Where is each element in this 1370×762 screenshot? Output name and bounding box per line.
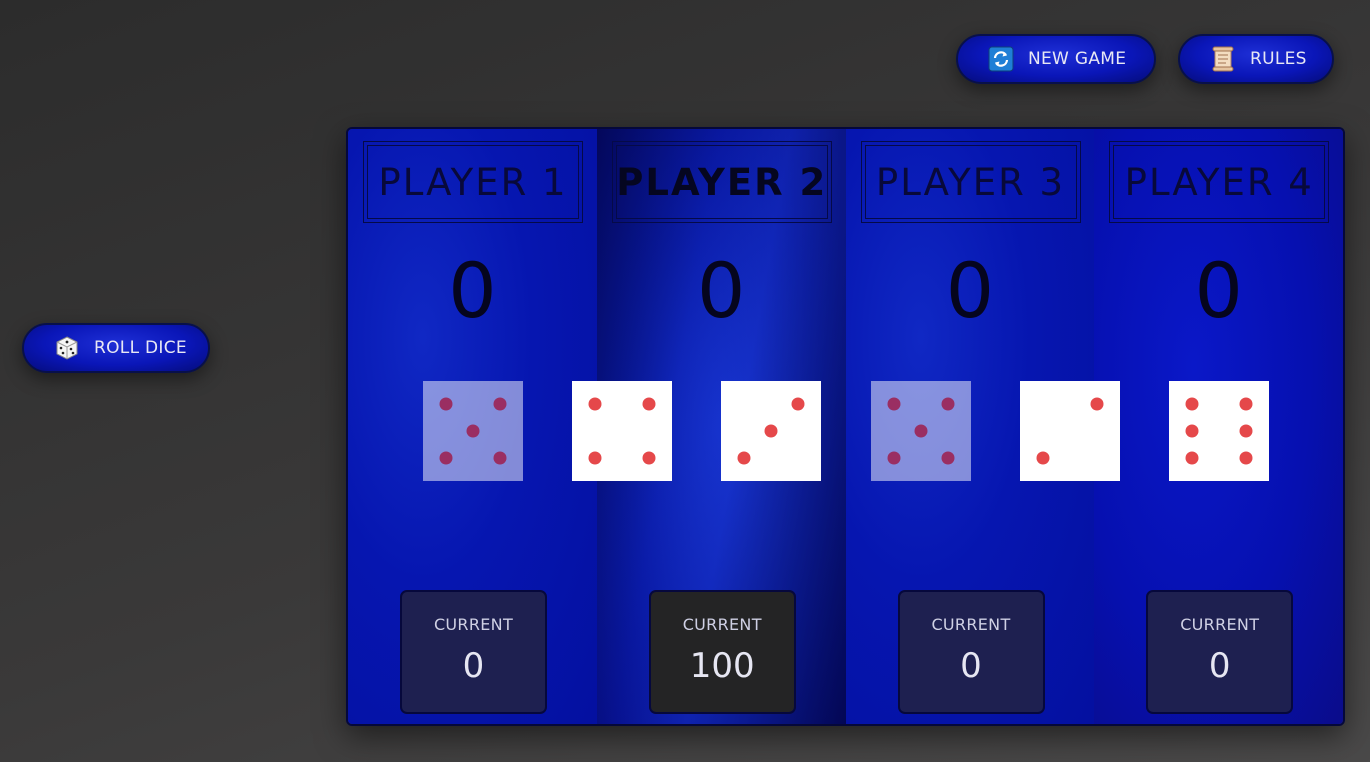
- current-value: 0: [960, 646, 982, 686]
- current-value: 0: [1208, 646, 1231, 686]
- refresh-icon: [988, 46, 1014, 72]
- player-name: PLAYER 2: [611, 141, 832, 223]
- player-score: 0: [448, 246, 497, 335]
- player-score: 0: [945, 246, 995, 335]
- current-value: 100: [689, 646, 755, 686]
- player-panel-4: PLAYER 4 0 CURRENT 0: [1094, 129, 1343, 724]
- dice-icon: [54, 335, 80, 361]
- player-score: 0: [696, 246, 746, 335]
- current-score-box: CURRENT 0: [1146, 590, 1294, 714]
- current-value: 0: [462, 646, 485, 686]
- player-panel-2: PLAYER 2 0 CURRENT 100: [596, 129, 846, 724]
- current-label: CURRENT: [931, 615, 1011, 634]
- current-label: CURRENT: [433, 615, 514, 634]
- current-score-box: CURRENT 100: [648, 590, 796, 714]
- roll-dice-label: ROLL DICE: [94, 338, 187, 358]
- current-label: CURRENT: [682, 615, 762, 634]
- player-name: PLAYER 4: [1109, 141, 1330, 223]
- game-board: PLAYER 1 0 CURRENT 0 PLAYER 2 0 CURRENT …: [346, 127, 1345, 726]
- player-name: PLAYER 3: [860, 141, 1081, 223]
- new-game-label: NEW GAME: [1028, 49, 1127, 69]
- current-score-box: CURRENT 0: [400, 590, 547, 714]
- new-game-button[interactable]: NEW GAME: [956, 34, 1156, 84]
- current-score-box: CURRENT 0: [897, 590, 1045, 714]
- scroll-icon: [1210, 46, 1236, 72]
- current-label: CURRENT: [1180, 615, 1260, 634]
- player-score: 0: [1194, 246, 1243, 335]
- player-panel-3: PLAYER 3 0 CURRENT 0: [845, 129, 1095, 724]
- player-name: PLAYER 1: [363, 141, 583, 223]
- player-panel-1: PLAYER 1 0 CURRENT 0: [348, 129, 597, 724]
- rules-button[interactable]: RULES: [1178, 34, 1334, 84]
- rules-label: RULES: [1250, 49, 1307, 69]
- roll-dice-button[interactable]: ROLL DICE: [22, 323, 210, 373]
